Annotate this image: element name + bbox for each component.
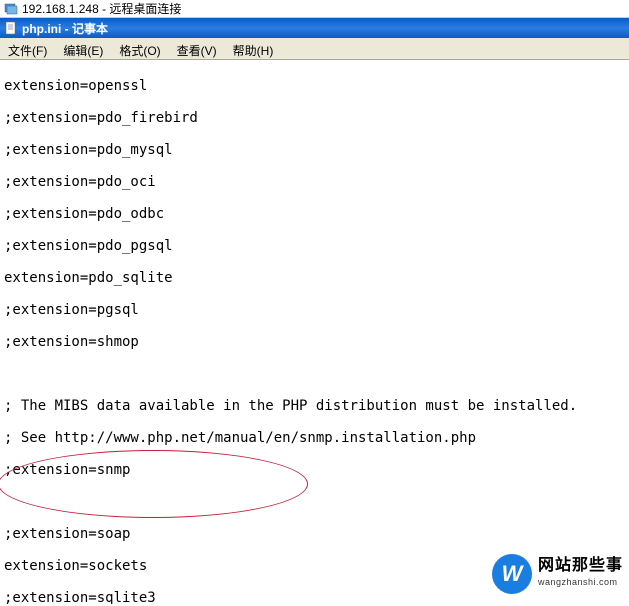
code-line: ;extension=pdo_pgsql xyxy=(4,238,625,254)
menu-help[interactable]: 帮助(H) xyxy=(225,40,282,57)
code-line: ; The MIBS data available in the PHP dis… xyxy=(4,398,625,414)
notepad-icon xyxy=(4,21,18,35)
menu-edit[interactable]: 编辑(E) xyxy=(55,40,111,57)
menubar: 文件(F) 编辑(E) 格式(O) 查看(V) 帮助(H) xyxy=(0,38,629,60)
rdp-title-text: 192.168.1.248 - 远程桌面连接 xyxy=(22,0,181,17)
watermark-en: wangzhanshi.com xyxy=(538,574,623,590)
code-line: ;extension=pdo_odbc xyxy=(4,206,625,222)
editor-area[interactable]: extension=openssl ;extension=pdo_firebir… xyxy=(0,60,629,604)
code-line: ;extension=soap xyxy=(4,526,625,542)
rdp-icon xyxy=(4,2,18,16)
code-line: ;extension=pdo_mysql xyxy=(4,142,625,158)
code-line xyxy=(4,366,625,382)
code-line: ;extension=pdo_firebird xyxy=(4,110,625,126)
code-line: ; See http://www.php.net/manual/en/snmp.… xyxy=(4,430,625,446)
code-line: extension=pdo_sqlite xyxy=(4,270,625,286)
menu-format[interactable]: 格式(O) xyxy=(111,40,168,57)
code-line: ;extension=snmp xyxy=(4,462,625,478)
code-line: extension=openssl xyxy=(4,78,625,94)
code-line: extension=sockets xyxy=(4,558,625,574)
menu-view[interactable]: 查看(V) xyxy=(169,40,225,57)
notepad-titlebar[interactable]: php.ini - 记事本 xyxy=(0,18,629,38)
code-line: ;extension=pgsql xyxy=(4,302,625,318)
notepad-title-text: php.ini - 记事本 xyxy=(22,20,108,37)
code-line: ;extension=shmop xyxy=(4,334,625,350)
menu-file[interactable]: 文件(F) xyxy=(0,40,55,57)
rdp-titlebar: 192.168.1.248 - 远程桌面连接 xyxy=(0,0,629,18)
code-line: ;extension=pdo_oci xyxy=(4,174,625,190)
code-line: ;extension=sqlite3 xyxy=(4,590,625,604)
code-line xyxy=(4,494,625,510)
